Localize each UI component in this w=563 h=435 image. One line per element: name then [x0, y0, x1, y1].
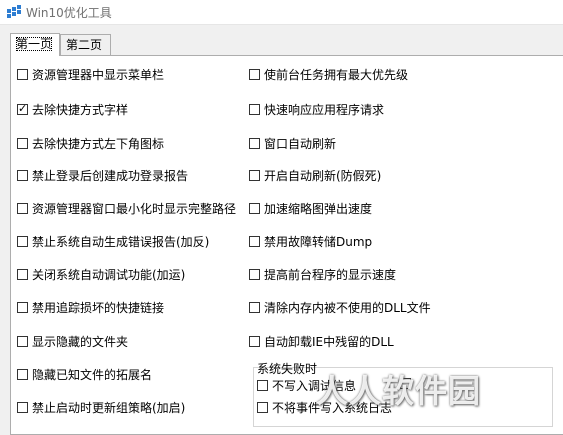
window-title: Win10优化工具	[26, 6, 112, 20]
checkbox[interactable]	[257, 402, 268, 413]
tab-page-1-label: 第一页	[16, 37, 53, 51]
option-label: 使前台任务拥有最大优先级	[264, 68, 409, 82]
option-label: 自动卸载IE中残留的DLL	[264, 335, 394, 349]
option-label: 提高前台程序的显示速度	[264, 268, 397, 282]
checkbox[interactable]	[17, 138, 28, 149]
checkbox[interactable]	[249, 104, 260, 115]
tab-page-2[interactable]: 第二页	[60, 34, 111, 55]
tab-page-2-label: 第二页	[66, 38, 103, 52]
option-label: 禁用故障转储Dump	[264, 235, 373, 249]
checkbox[interactable]	[249, 269, 260, 280]
checkbox[interactable]	[17, 302, 28, 313]
checkbox[interactable]: ✓	[17, 102, 28, 115]
option-label: 加速缩略图弹出速度	[264, 202, 373, 216]
checkbox[interactable]	[249, 69, 260, 80]
checkbox[interactable]	[17, 69, 28, 80]
option-label: 禁止登录后创建成功登录报告	[32, 169, 189, 183]
checkbox[interactable]	[17, 369, 28, 380]
checkbox[interactable]	[17, 336, 28, 347]
checkbox[interactable]	[249, 170, 260, 181]
option-label: 资源管理器中显示菜单栏	[32, 68, 165, 82]
option-label: 隐藏已知文件的拓展名	[32, 368, 153, 382]
option-label: 禁止启动时更新组策略(加启)	[32, 401, 186, 415]
option-label: 去除快捷方式左下角图标	[32, 137, 165, 151]
checkbox[interactable]	[249, 138, 260, 149]
option-label: 去除快捷方式字样	[32, 103, 129, 117]
option-label: 快速响应应用程序请求	[264, 103, 385, 117]
option-label: 开启自动刷新(防假死)	[264, 169, 382, 183]
app-icon	[7, 5, 21, 18]
option-label: 禁用追踪损坏的快捷链接	[32, 301, 165, 315]
checkbox[interactable]	[17, 203, 28, 214]
checkbox[interactable]	[17, 402, 28, 413]
option-label: 资源管理器窗口最小化时显示完整路径	[32, 202, 237, 216]
checkbox[interactable]	[17, 170, 28, 181]
checkbox[interactable]	[249, 203, 260, 214]
option-label: 清除内存内被不使用的DLL文件	[264, 301, 431, 315]
option-label: 窗口自动刷新	[264, 137, 337, 151]
checkbox[interactable]	[17, 269, 28, 280]
watermark: 人人软件园	[316, 372, 482, 410]
checkbox[interactable]	[257, 380, 268, 391]
option-label: 禁止系统自动生成错误报告(加反)	[32, 235, 210, 249]
checkbox[interactable]	[17, 236, 28, 247]
checkbox[interactable]	[249, 336, 260, 347]
tab-page-1[interactable]: 第一页	[10, 33, 60, 56]
option-label: 关闭系统自动调试功能(加运)	[32, 268, 186, 282]
checkbox[interactable]	[249, 236, 260, 247]
check-icon: ✓	[18, 102, 28, 115]
checkbox[interactable]	[249, 302, 260, 313]
title-bar: Win10优化工具	[0, 0, 563, 25]
system-failure-title: 系统失败时	[257, 362, 318, 376]
option-label: 显示隐藏的文件夹	[32, 335, 129, 349]
